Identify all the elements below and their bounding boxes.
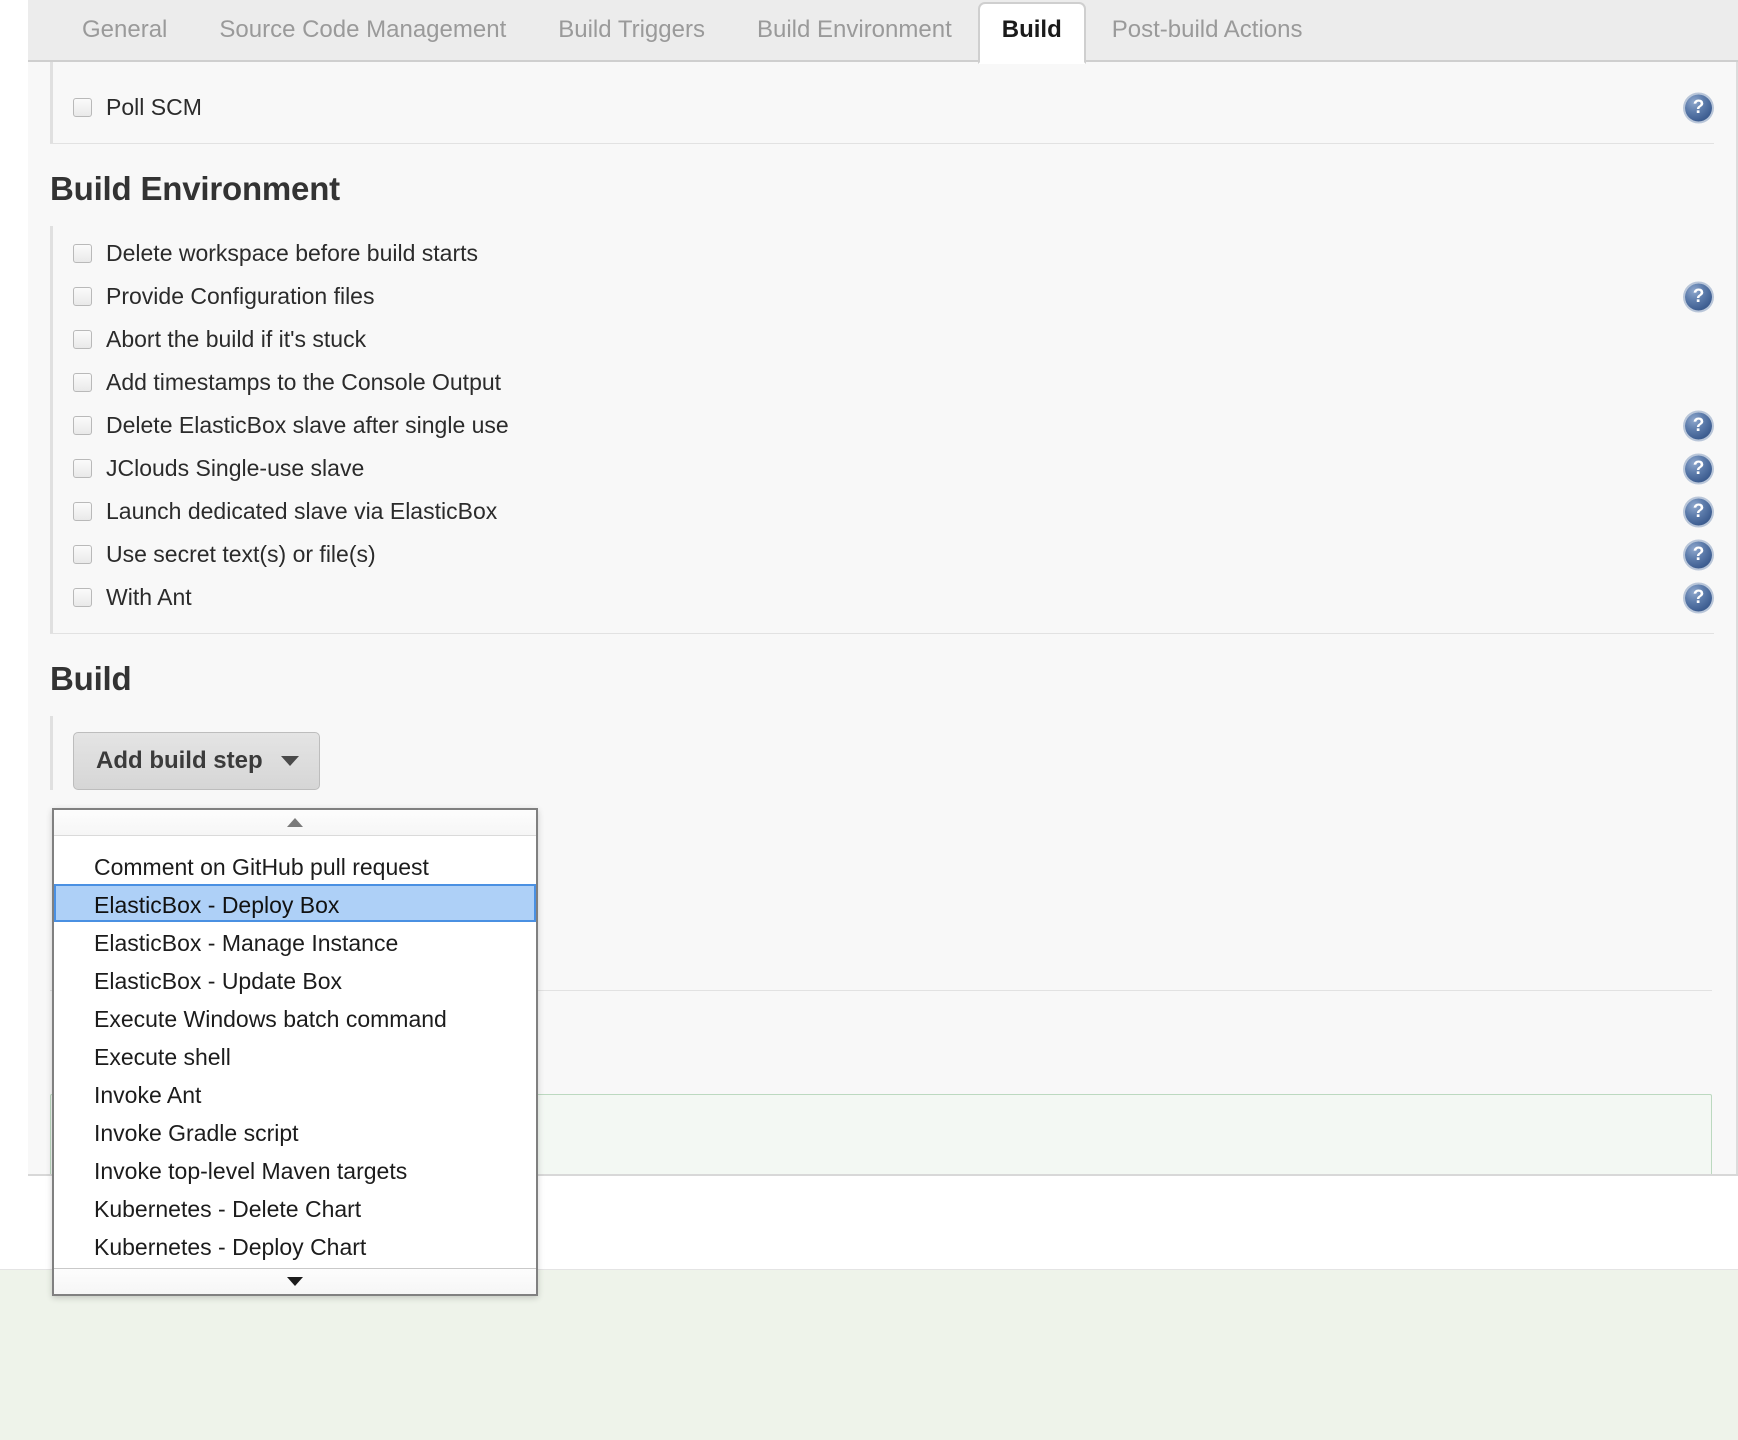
- add-build-step-button[interactable]: Add build step: [73, 732, 320, 790]
- checkbox-row[interactable]: Delete ElasticBox slave after single use: [53, 404, 1736, 447]
- checkbox[interactable]: [73, 244, 92, 263]
- checkbox[interactable]: [73, 287, 92, 306]
- help-question-icon[interactable]: [1685, 541, 1712, 568]
- checkbox[interactable]: [73, 588, 92, 607]
- dropdown-item[interactable]: Comment on GitHub pull request: [54, 846, 536, 884]
- clipped-partial-row: Manage GitHub pull request lifecycle wit…: [50, 62, 1736, 80]
- tab-build-triggers[interactable]: Build Triggers: [532, 18, 731, 62]
- help-question-icon[interactable]: [1685, 283, 1712, 310]
- checkbox[interactable]: [73, 545, 92, 564]
- checkbox[interactable]: [73, 416, 92, 435]
- checkbox-label: With Ant: [106, 584, 192, 610]
- dropdown-scroll-up-button[interactable]: [54, 810, 536, 836]
- checkbox-row[interactable]: Add timestamps to the Console Output: [53, 361, 1736, 404]
- checkbox-label: JClouds Single-use slave: [106, 455, 365, 481]
- triangle-down-icon: [287, 1277, 303, 1286]
- dropdown-item[interactable]: Execute Windows batch command: [54, 998, 536, 1036]
- tab-build[interactable]: Build: [977, 2, 1086, 64]
- dropdown-item[interactable]: Invoke top-level Maven targets: [54, 1150, 536, 1188]
- checkbox-label: Use secret text(s) or file(s): [106, 541, 376, 567]
- help-question-icon[interactable]: [1685, 498, 1712, 525]
- dropdown-item[interactable]: ElasticBox - Deploy Box: [54, 884, 536, 922]
- checkbox-row[interactable]: Poll SCM: [53, 86, 1736, 129]
- config-tab-bar: General Source Code Management Build Trigg…: [28, 0, 1738, 64]
- checkbox[interactable]: [73, 502, 92, 521]
- checkbox[interactable]: [73, 373, 92, 392]
- build-environment-checkbox-group: Delete workspace before build starts Prov…: [50, 226, 1736, 633]
- dropdown-item-list: Comment on GitHub pull request ElasticBox…: [54, 836, 536, 1268]
- build-triggers-checkbox-group: Poll SCM: [50, 80, 1736, 143]
- checkbox-row[interactable]: Use secret text(s) or file(s): [53, 533, 1736, 576]
- tab-source-code-management[interactable]: Source Code Management: [193, 18, 532, 62]
- checkbox-label: Add timestamps to the Console Output: [106, 369, 502, 395]
- build-environment-heading: Build Environment: [50, 170, 340, 207]
- checkbox-row[interactable]: With Ant: [53, 576, 1736, 619]
- add-build-step-wrapper: Add build step: [50, 716, 1736, 790]
- help-question-icon[interactable]: [1685, 455, 1712, 482]
- checkbox-row[interactable]: Delete workspace before build starts: [53, 232, 1736, 275]
- dropdown-item[interactable]: ElasticBox - Manage Instance: [54, 922, 536, 960]
- build-heading: Build: [50, 660, 132, 697]
- dropdown-item[interactable]: Invoke Ant: [54, 1074, 536, 1112]
- build-section: Build Add build step: [28, 634, 1736, 790]
- dropdown-scroll-down-button[interactable]: [54, 1268, 536, 1294]
- dropdown-item[interactable]: Kubernetes - Deploy Chart: [54, 1226, 536, 1264]
- help-question-icon[interactable]: [1685, 94, 1712, 121]
- dropdown-item[interactable]: ElasticBox - Update Box: [54, 960, 536, 998]
- dropdown-item[interactable]: Invoke Gradle script: [54, 1112, 536, 1150]
- checkbox[interactable]: [73, 330, 92, 349]
- checkbox[interactable]: [73, 98, 92, 117]
- add-build-step-label: Add build step: [96, 747, 263, 774]
- triangle-up-icon: [287, 818, 303, 827]
- dropdown-item[interactable]: Kubernetes - Delete Chart: [54, 1188, 536, 1226]
- checkbox-label: Delete ElasticBox slave after single use: [106, 412, 509, 438]
- dropdown-item[interactable]: Execute shell: [54, 1036, 536, 1074]
- checkbox-row[interactable]: Launch dedicated slave via ElasticBox: [53, 490, 1736, 533]
- checkbox-row[interactable]: JClouds Single-use slave: [53, 447, 1736, 490]
- tab-post-build-actions[interactable]: Post-build Actions: [1086, 18, 1329, 62]
- tab-build-environment[interactable]: Build Environment: [731, 18, 978, 62]
- checkbox-row[interactable]: Provide Configuration files: [53, 275, 1736, 318]
- checkbox-label: Abort the build if it's stuck: [106, 326, 367, 352]
- caret-down-icon: [280, 756, 299, 766]
- help-question-icon[interactable]: [1685, 584, 1712, 611]
- checkbox-label: Poll SCM: [106, 94, 202, 120]
- add-build-step-dropdown-menu[interactable]: Comment on GitHub pull request ElasticBox…: [52, 808, 538, 1296]
- jenkins-job-config-page: General Source Code Management Build Trigg…: [0, 0, 1738, 1440]
- checkbox[interactable]: [73, 459, 92, 478]
- checkbox-label: Provide Configuration files: [106, 283, 375, 309]
- checkbox-label: Launch dedicated slave via ElasticBox: [106, 498, 498, 524]
- checkbox-label: Delete workspace before build starts: [106, 240, 479, 266]
- help-question-icon[interactable]: [1685, 412, 1712, 439]
- checkbox-row[interactable]: Abort the build if it's stuck: [53, 318, 1736, 361]
- tab-general[interactable]: General: [56, 18, 193, 62]
